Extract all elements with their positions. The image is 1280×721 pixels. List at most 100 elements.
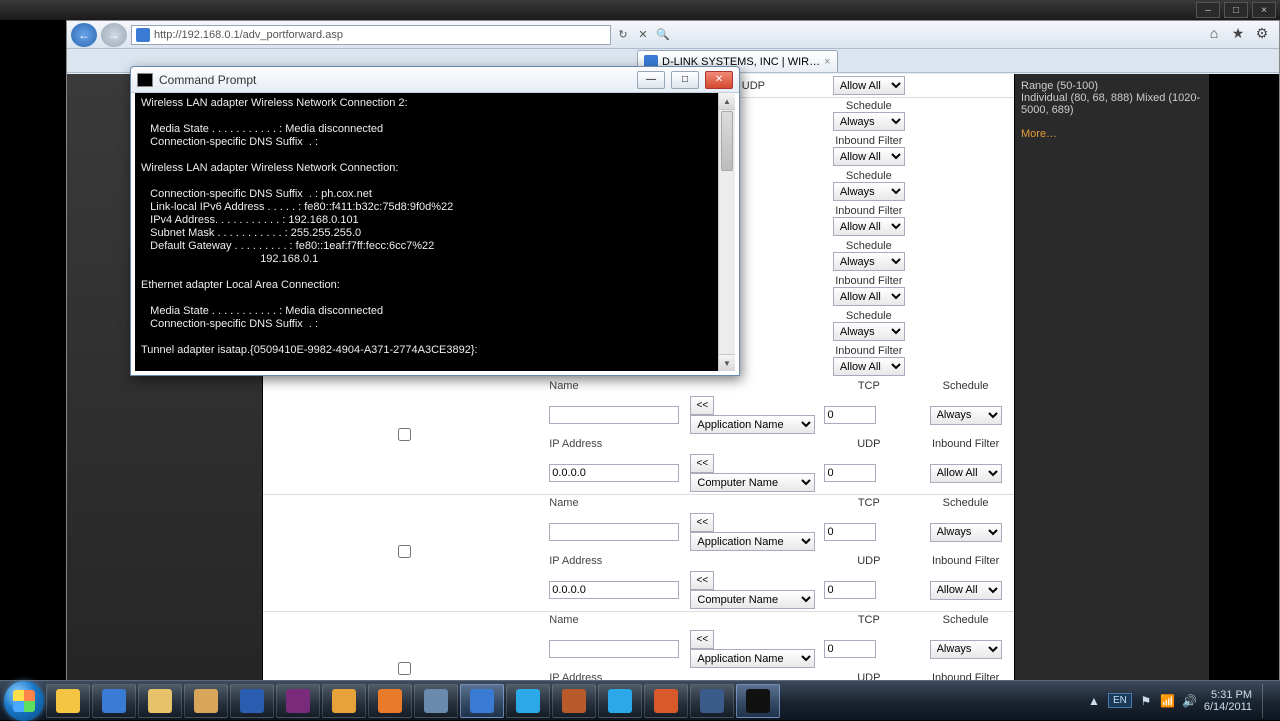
cmd-title: Command Prompt: [159, 73, 256, 87]
folders-icon: [194, 689, 218, 713]
rule-enable-checkbox[interactable]: [398, 662, 411, 675]
ip-input[interactable]: [549, 464, 679, 482]
udp-port-input[interactable]: [824, 581, 876, 599]
tab-close-button[interactable]: ×: [824, 56, 830, 68]
cmd-max-button[interactable]: □: [671, 71, 699, 89]
stop-button[interactable]: ✕: [635, 27, 651, 43]
language-indicator[interactable]: EN: [1108, 693, 1132, 708]
computer-select[interactable]: Computer Name: [690, 473, 815, 492]
refresh-button[interactable]: ↻: [615, 27, 631, 43]
back-button[interactable]: ←: [71, 23, 97, 47]
tools-button[interactable]: ⚙: [1253, 24, 1271, 42]
taskbar-folders-button[interactable]: [184, 684, 228, 718]
taskbar-onenote-button[interactable]: [276, 684, 320, 718]
address-bar[interactable]: http://192.168.0.1/adv_portforward.asp: [131, 25, 611, 45]
rule-enable-checkbox[interactable]: [398, 428, 411, 441]
ie-favicon-icon: [136, 28, 150, 42]
command-prompt-window[interactable]: Command Prompt — □ ✕ Wireless LAN adapte…: [130, 66, 740, 376]
application-select[interactable]: Application Name: [690, 532, 815, 551]
scroll-up-button[interactable]: ▲: [719, 93, 735, 110]
tcp-port-input[interactable]: [824, 523, 876, 541]
taskbar-skype-button[interactable]: [506, 684, 550, 718]
cmd-close-button[interactable]: ✕: [705, 71, 733, 89]
tcp-port-input[interactable]: [824, 640, 876, 658]
copy-computer-button[interactable]: <<: [690, 571, 714, 590]
schedule-select[interactable]: Always: [833, 252, 905, 271]
application-select[interactable]: Application Name: [690, 649, 815, 668]
inbound-filter-select[interactable]: Allow All: [833, 357, 905, 376]
schedule-select[interactable]: Always: [930, 523, 1002, 542]
name-input[interactable]: [549, 406, 679, 424]
search-button[interactable]: 🔍: [655, 27, 671, 43]
copy-computer-button[interactable]: <<: [690, 454, 714, 473]
inbound-filter-select[interactable]: Allow All: [833, 217, 905, 236]
taskbar-outlook-button[interactable]: [322, 684, 366, 718]
taskbar-word-button[interactable]: [230, 684, 274, 718]
help-more-link[interactable]: More…: [1021, 128, 1057, 140]
disc-icon: [654, 689, 678, 713]
show-desktop-button[interactable]: [1262, 684, 1272, 718]
schedule-select[interactable]: Always: [930, 406, 1002, 425]
start-button[interactable]: [4, 681, 44, 721]
cmd-min-button[interactable]: —: [637, 71, 665, 89]
copy-app-button[interactable]: <<: [690, 396, 714, 415]
copy-app-button[interactable]: <<: [690, 630, 714, 649]
inbound-filter-select[interactable]: Allow All: [833, 287, 905, 306]
home-button[interactable]: ⌂: [1205, 24, 1223, 42]
system-tray[interactable]: ▲ EN ⚑ 📶 🔊 5:31 PM 6/14/2011: [1086, 684, 1276, 718]
url-text: http://192.168.0.1/adv_portforward.asp: [154, 29, 343, 41]
taskbar-ie-button[interactable]: [92, 684, 136, 718]
cmd-icon: [137, 73, 153, 87]
inbound-filter-select[interactable]: Allow All: [833, 147, 905, 166]
schedule-select[interactable]: Always: [833, 322, 905, 341]
copy-app-button[interactable]: <<: [690, 513, 714, 532]
cmd-scrollbar[interactable]: ▲ ▼: [718, 93, 735, 371]
word-icon: [240, 689, 264, 713]
skype-icon: [516, 689, 540, 713]
action-center-icon[interactable]: ⚑: [1138, 693, 1154, 709]
taskbar-app-button[interactable]: [690, 684, 734, 718]
schedule-select[interactable]: Always: [930, 640, 1002, 659]
calc-icon: [424, 689, 448, 713]
inbound-filter-select[interactable]: Allow All: [930, 581, 1002, 600]
player-close-button[interactable]: ×: [1252, 2, 1276, 18]
schedule-select[interactable]: Always: [833, 182, 905, 201]
cmd-icon: [746, 689, 770, 713]
clock[interactable]: 5:31 PM 6/14/2011: [1204, 689, 1252, 713]
taskbar-cmd-button[interactable]: [736, 684, 780, 718]
player-min-button[interactable]: –: [1196, 2, 1220, 18]
onenote-icon: [286, 689, 310, 713]
player-max-button[interactable]: □: [1224, 2, 1248, 18]
inbound-filter-select[interactable]: Allow All: [833, 76, 905, 95]
ip-input[interactable]: [549, 581, 679, 599]
favorites-button[interactable]: ★: [1229, 24, 1247, 42]
inbound-filter-select[interactable]: Allow All: [930, 464, 1002, 483]
taskbar-skype2-button[interactable]: [598, 684, 642, 718]
help-text: Individual (80, 68, 888) Mixed (1020-500…: [1021, 92, 1203, 116]
taskbar-calc-button[interactable]: [414, 684, 458, 718]
udp-port-input[interactable]: [824, 464, 876, 482]
taskbar-paint-button[interactable]: [552, 684, 596, 718]
chrome-icon: [56, 689, 80, 713]
cmd-titlebar[interactable]: Command Prompt — □ ✕: [131, 67, 739, 93]
schedule-select[interactable]: Always: [833, 112, 905, 131]
network-icon[interactable]: 📶: [1160, 693, 1176, 709]
forward-button[interactable]: →: [101, 23, 127, 47]
tray-up-icon[interactable]: ▲: [1086, 693, 1102, 709]
taskbar-explorer-button[interactable]: [138, 684, 182, 718]
cmd-output[interactable]: Wireless LAN adapter Wireless Network Co…: [135, 93, 735, 371]
taskbar-chrome-button[interactable]: [46, 684, 90, 718]
tcp-port-input[interactable]: [824, 406, 876, 424]
taskbar-ie2-button[interactable]: [460, 684, 504, 718]
volume-icon[interactable]: 🔊: [1182, 693, 1198, 709]
taskbar-disc-button[interactable]: [644, 684, 688, 718]
application-select[interactable]: Application Name: [690, 415, 815, 434]
computer-select[interactable]: Computer Name: [690, 590, 815, 609]
explorer-icon: [148, 689, 172, 713]
taskbar-wmp-button[interactable]: [368, 684, 412, 718]
rule-enable-checkbox[interactable]: [398, 545, 411, 558]
scroll-thumb[interactable]: [721, 111, 733, 171]
scroll-down-button[interactable]: ▼: [719, 354, 735, 371]
name-input[interactable]: [549, 640, 679, 658]
name-input[interactable]: [549, 523, 679, 541]
